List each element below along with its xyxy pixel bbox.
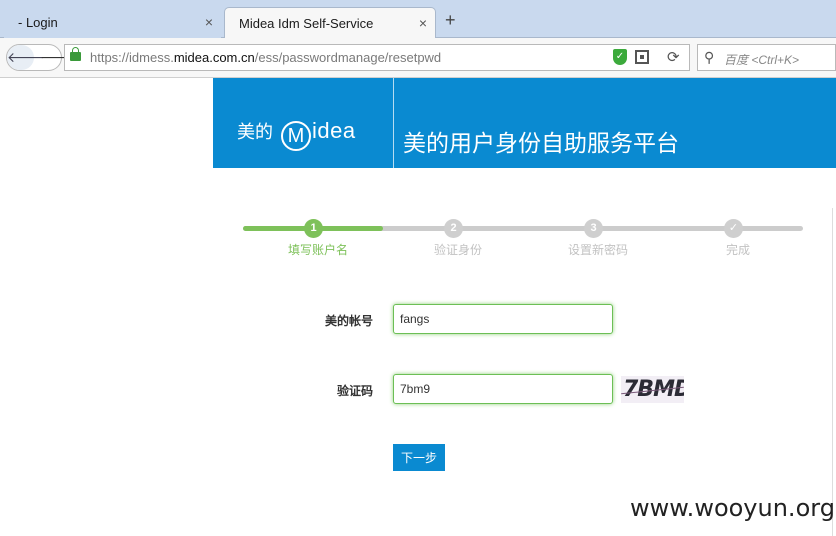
url-text: https://idmess.midea.com.cn/ess/password… xyxy=(90,50,442,65)
page-title: 美的用户身份自助服务平台 xyxy=(403,130,679,156)
tab-login[interactable]: - Login × xyxy=(4,7,221,38)
step-2-marker: 2 xyxy=(444,219,463,238)
tab-label: Midea Idm Self-Service xyxy=(239,16,374,31)
new-tab-button[interactable]: + xyxy=(445,10,456,31)
forward-button[interactable]: 🡒 xyxy=(40,45,78,70)
reload-icon[interactable]: ⟳ xyxy=(667,48,680,66)
navigation-bar: 🡐 🡒 https://idmess.midea.com.cn/ess/pass… xyxy=(0,38,836,78)
scrollbar-edge xyxy=(832,208,833,536)
search-icon: ⚲ xyxy=(704,49,715,65)
lock-icon xyxy=(70,47,81,61)
account-label: 美的帐号 xyxy=(324,314,373,328)
back-forward-group: 🡐 🡒 xyxy=(6,44,78,71)
step-4-label: 完成 xyxy=(725,243,751,257)
captcha-label: 验证码 xyxy=(336,384,373,398)
next-step-button[interactable]: 下一步 xyxy=(393,444,445,471)
address-bar[interactable]: https://idmess.midea.com.cn/ess/password… xyxy=(64,44,690,71)
step-1-marker: 1 xyxy=(304,219,323,238)
search-placeholder: 百度 <Ctrl+K> xyxy=(724,53,800,67)
step-3-marker: 3 xyxy=(584,219,603,238)
search-box[interactable]: ⚲ 百度 <Ctrl+K> xyxy=(697,44,836,71)
shield-icon[interactable]: ✓ xyxy=(613,49,627,65)
tab-bar: - Login × Midea Idm Self-Service × + xyxy=(0,0,836,38)
step-1-label: 填写账户名 xyxy=(287,243,349,257)
close-icon[interactable]: × xyxy=(419,15,427,31)
step-3-label: 设置新密码 xyxy=(567,243,629,257)
midea-logo: 美的 Midea xyxy=(237,118,356,151)
watermark: www.wooyun.org xyxy=(630,494,835,522)
step-2-label: 验证身份 xyxy=(433,243,483,257)
header-divider xyxy=(393,78,394,168)
tab-midea-self-service[interactable]: Midea Idm Self-Service × xyxy=(224,7,436,38)
account-input[interactable] xyxy=(393,304,613,334)
page-header: 美的 Midea 美的用户身份自助服务平台 xyxy=(213,78,836,168)
check-icon: ✓ xyxy=(724,219,743,238)
captcha-image[interactable]: 7BMD xyxy=(621,376,684,403)
tab-label: - Login xyxy=(18,15,58,30)
back-button[interactable]: 🡐 xyxy=(7,45,45,70)
captcha-input[interactable] xyxy=(393,374,613,404)
close-icon[interactable]: × xyxy=(205,14,213,30)
qr-code-icon[interactable] xyxy=(635,50,649,64)
